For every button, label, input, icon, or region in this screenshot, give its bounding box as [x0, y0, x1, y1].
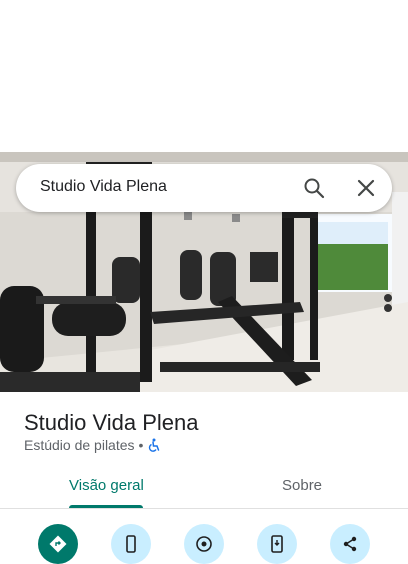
close-icon[interactable] [354, 176, 378, 200]
search-icon[interactable] [302, 176, 326, 200]
separator-dot: • [138, 437, 144, 453]
location-pin-icon [196, 536, 212, 552]
tab-overview[interactable]: Visão geral [0, 464, 204, 508]
wheelchair-accessible-icon [147, 438, 161, 452]
place-subtitle: Estúdio de pilates • [24, 437, 161, 453]
place-title: Studio Vida Plena [24, 410, 199, 435]
add-to-phone-icon [271, 535, 283, 553]
share-button[interactable] [330, 524, 370, 564]
directions-button[interactable] [38, 524, 78, 564]
call-button[interactable] [111, 524, 151, 564]
map-top-area [0, 0, 408, 152]
tab-overview-label: Visão geral [69, 477, 144, 494]
search-input[interactable]: Studio Vida Plena [40, 178, 167, 196]
place-category: Estúdio de pilates [24, 437, 135, 453]
tab-selected-indicator [69, 505, 143, 508]
search-bar[interactable]: Studio Vida Plena [16, 164, 392, 212]
directions-icon [49, 535, 67, 553]
action-buttons-row [0, 520, 408, 564]
tab-about-label: Sobre [282, 477, 323, 494]
send-to-phone-button[interactable] [257, 524, 297, 564]
save-place-button[interactable] [184, 524, 224, 564]
share-icon [343, 536, 357, 552]
phone-icon [126, 535, 136, 553]
place-tabs: Visão geral Sobre [0, 464, 408, 509]
tab-about[interactable]: Sobre [204, 464, 408, 508]
